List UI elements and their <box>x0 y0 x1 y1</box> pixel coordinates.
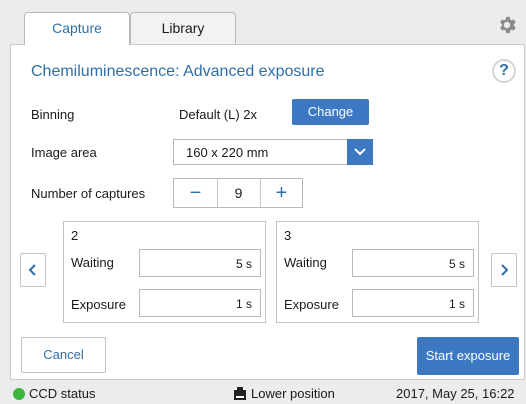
image-area-label: Image area <box>31 145 97 160</box>
waiting-label: Waiting <box>71 255 114 270</box>
exposure-label: Exposure <box>71 297 126 312</box>
help-icon[interactable]: ? <box>492 59 516 83</box>
image-area-value: 160 x 220 mm <box>186 145 269 160</box>
chevron-down-icon[interactable] <box>347 139 373 165</box>
waiting-value: 5 s <box>235 257 252 271</box>
decrement-button[interactable]: − <box>174 179 218 207</box>
capture-card: 2 Waiting 5 s Exposure 1 s <box>63 221 266 323</box>
exposure-value: 1 s <box>448 297 465 311</box>
binning-value: Default (L) 2x <box>179 107 258 122</box>
date-time: 2017, May 25, 16:22 <box>396 386 515 401</box>
status-bar: CCD status Lower position 2017, May 25, … <box>0 380 526 404</box>
captures-label: Number of captures <box>31 186 146 201</box>
increment-button[interactable]: + <box>260 179 303 207</box>
capture-number: 3 <box>284 228 292 243</box>
ccd-status: CCD status <box>29 386 96 401</box>
image-area-select[interactable]: 160 x 220 mm <box>173 139 373 165</box>
waiting-field[interactable]: 5 s <box>139 249 261 277</box>
ccd-status-icon <box>13 388 25 400</box>
exposure-field[interactable]: 1 s <box>352 289 474 317</box>
start-exposure-button[interactable]: Start exposure <box>417 337 519 375</box>
tray-position: Lower position <box>251 386 335 401</box>
tab-library[interactable]: Library <box>130 12 236 44</box>
binning-label: Binning <box>31 107 75 122</box>
cancel-button[interactable]: Cancel <box>21 337 106 373</box>
capture-card: 3 Waiting 5 s Exposure 1 s <box>276 221 479 323</box>
exposure-value: 1 s <box>235 297 252 311</box>
waiting-value: 5 s <box>448 257 465 271</box>
tab-bar: Capture Library <box>0 0 526 45</box>
exposure-field[interactable]: 1 s <box>139 289 261 317</box>
captures-stepper: − 9 + <box>173 178 303 208</box>
page-title: Chemiluminescence: Advanced exposure <box>31 63 325 80</box>
previous-button[interactable] <box>20 253 46 287</box>
captures-count: 9 <box>217 179 261 207</box>
tray-position-icon <box>234 387 246 400</box>
waiting-label: Waiting <box>284 255 327 270</box>
chevron-right-icon <box>501 264 509 276</box>
capture-number: 2 <box>71 228 79 243</box>
tab-capture[interactable]: Capture <box>24 12 130 45</box>
capture-panel: Chemiluminescence: Advanced exposure ? B… <box>10 44 525 380</box>
exposure-label: Exposure <box>284 297 339 312</box>
change-binning-button[interactable]: Change <box>292 99 369 125</box>
chevron-left-icon <box>28 264 36 276</box>
gear-icon[interactable] <box>496 14 518 36</box>
next-button[interactable] <box>491 253 517 287</box>
waiting-field[interactable]: 5 s <box>352 249 474 277</box>
